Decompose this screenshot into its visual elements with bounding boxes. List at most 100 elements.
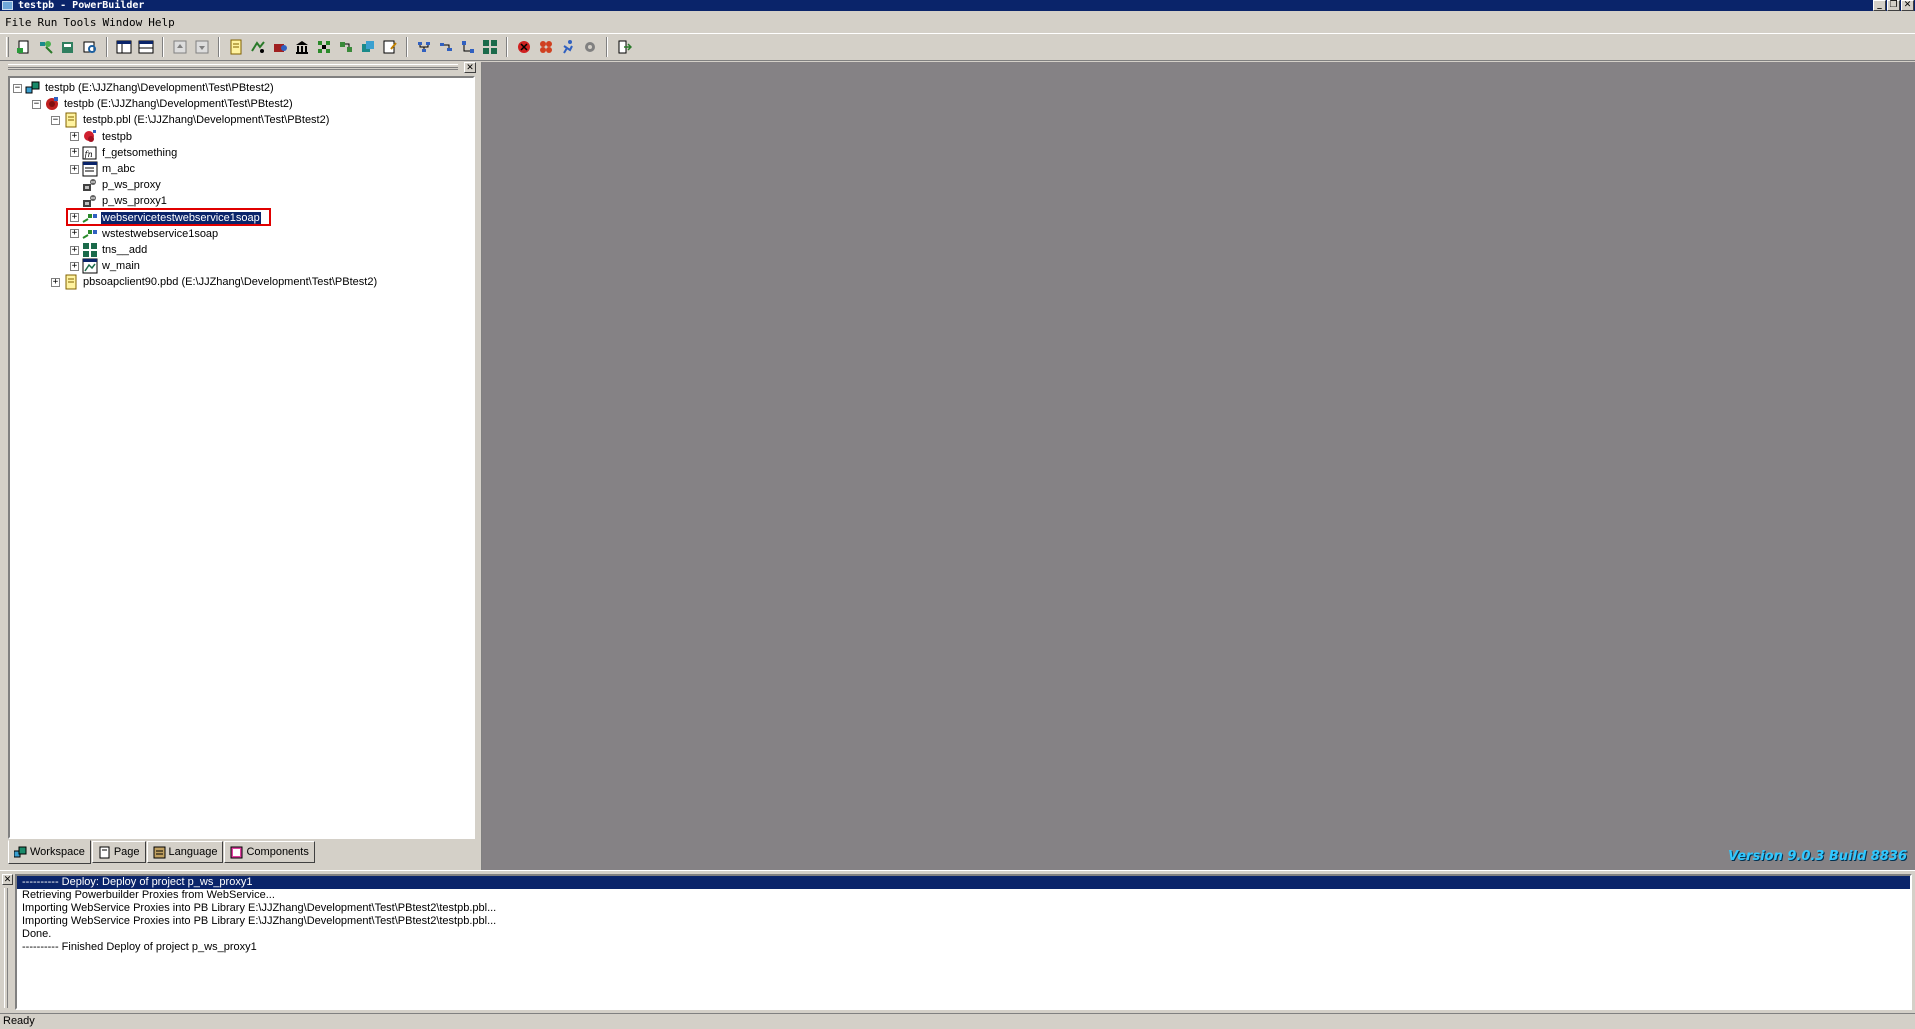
- tree-item[interactable]: + pbsoapclient90.pbd (E:\JJZhang\Developm…: [51, 274, 378, 290]
- tree-item[interactable]: + testpb: [70, 129, 133, 145]
- output-line[interactable]: ---------- Finished Deploy of project p_…: [17, 941, 1910, 954]
- toolbar-button-window-layout[interactable]: [113, 36, 135, 58]
- expand-icon[interactable]: +: [70, 132, 79, 142]
- toolbar-button-preview[interactable]: [79, 36, 101, 58]
- toolbar-button-exit[interactable]: [613, 36, 635, 58]
- library-icon: [228, 39, 244, 55]
- toolbar-button-edit[interactable]: [379, 36, 401, 58]
- toolbar-button-gear[interactable]: [579, 36, 601, 58]
- tab-workspace[interactable]: Workspace: [8, 840, 91, 864]
- tab-components[interactable]: Components: [224, 841, 315, 863]
- db-icon: [294, 39, 310, 55]
- toolbar-button-component[interactable]: [313, 36, 335, 58]
- toolbar-button-open[interactable]: [57, 36, 79, 58]
- run-icon: [272, 39, 288, 55]
- expand-icon[interactable]: +: [51, 277, 60, 287]
- panel-grip-line: [8, 67, 458, 68]
- expand-icon[interactable]: +: [70, 148, 79, 158]
- tree-item[interactable]: + m_abc: [70, 161, 136, 177]
- toolbar-button-library[interactable]: [225, 36, 247, 58]
- toolbar-button-stop[interactable]: [513, 36, 535, 58]
- mdi-client-area[interactable]: Version 9.0.3 Build 8836: [482, 62, 1915, 870]
- tree-item[interactable]: + webservicetestwebservice1soap: [70, 210, 261, 226]
- toolbar-button-multi-run[interactable]: [535, 36, 557, 58]
- minimize-button[interactable]: _: [1873, 0, 1886, 11]
- menu-run[interactable]: Run: [37, 16, 63, 29]
- toolbar-button-inherit[interactable]: [35, 36, 57, 58]
- tab-label: Workspace: [30, 846, 85, 858]
- expand-icon[interactable]: +: [70, 229, 79, 239]
- expand-icon[interactable]: +: [70, 213, 79, 223]
- expand-icon[interactable]: +: [70, 261, 79, 271]
- menu-tools[interactable]: Tools: [62, 16, 101, 29]
- status-bar: Ready: [0, 1013, 1915, 1029]
- toolbar-button-db[interactable]: [291, 36, 313, 58]
- toolbar-button-view-layout[interactable]: [135, 36, 157, 58]
- output-line[interactable]: Importing WebService Proxies into PB Lib…: [17, 902, 1910, 915]
- menu-file[interactable]: File: [4, 16, 37, 29]
- tree-item[interactable]: − testpb (E:\JJZhang\Development\Test\PBt…: [32, 96, 294, 112]
- tab-label: Components: [246, 846, 309, 858]
- toolbar-button-deploy[interactable]: [357, 36, 379, 58]
- window-painter-icon: [438, 39, 454, 55]
- runner-icon: [560, 39, 576, 55]
- tab-page[interactable]: Page: [91, 841, 146, 863]
- toolbar-button-step[interactable]: [169, 36, 191, 58]
- collapse-icon[interactable]: −: [32, 99, 41, 109]
- build-icon: [338, 39, 354, 55]
- title-bar[interactable]: testpb - PowerBuilder _ ❐ ✕: [0, 0, 1915, 11]
- tree-item[interactable]: p_ws_proxy1: [70, 193, 168, 209]
- expand-icon[interactable]: +: [70, 245, 79, 255]
- output-line[interactable]: ---------- Deploy: Deploy of project p_w…: [17, 876, 1910, 889]
- toolbar-button-object-browser[interactable]: [413, 36, 435, 58]
- tree-item[interactable]: + tns__add: [70, 242, 148, 258]
- tree-item[interactable]: + fn f_getsomething: [70, 145, 178, 161]
- menu-window[interactable]: Window: [102, 16, 148, 29]
- tree-item[interactable]: + w_main: [70, 258, 141, 274]
- collapse-icon[interactable]: −: [51, 115, 60, 125]
- workspace-close-button[interactable]: ✕: [464, 62, 476, 73]
- tree-item[interactable]: + wstestwebservice1soap: [70, 226, 219, 242]
- tree-item-label: p_ws_proxy: [102, 179, 161, 192]
- workspace-tabs: Workspace Page Language Components: [8, 840, 316, 865]
- tab-label: Language: [168, 846, 218, 858]
- tree-item[interactable]: − testpb (E:\JJZhang\Development\Test\PBt…: [13, 80, 275, 96]
- close-button[interactable]: ✕: [1901, 0, 1914, 11]
- toolbar-grip[interactable]: [6, 37, 9, 57]
- tree-item[interactable]: p_ws_proxy: [70, 177, 162, 193]
- toolbar-button-runner[interactable]: [557, 36, 579, 58]
- workspace-panel-header: ✕: [8, 62, 476, 74]
- toolbar-button-user-object[interactable]: [457, 36, 479, 58]
- output-line[interactable]: Done.: [17, 928, 1910, 941]
- window-layout-icon: [116, 39, 132, 55]
- toolbar-button-window-painter[interactable]: [435, 36, 457, 58]
- expand-icon[interactable]: +: [70, 164, 79, 174]
- window-icon: [82, 258, 98, 274]
- tree-item[interactable]: − testpb.pbl (E:\JJZhang\Development\Test…: [51, 112, 330, 128]
- toolbar-button-structure[interactable]: [479, 36, 501, 58]
- tab-language[interactable]: Language: [146, 841, 224, 863]
- output-pane[interactable]: ---------- Deploy: Deploy of project p_w…: [15, 874, 1912, 1010]
- menu-help[interactable]: Help: [147, 16, 180, 29]
- workspace-tree[interactable]: − testpb (E:\JJZhang\Development\Test\PBt…: [8, 76, 475, 839]
- toolbar-separator: [406, 37, 408, 57]
- toolbar-button-run[interactable]: [269, 36, 291, 58]
- proxy-object-icon: [82, 210, 98, 226]
- menu-icon: [82, 161, 98, 177]
- toolbar-button-debug[interactable]: [247, 36, 269, 58]
- toolbar-button-build[interactable]: [335, 36, 357, 58]
- output-close-button[interactable]: ✕: [2, 874, 13, 885]
- edit-icon: [382, 39, 398, 55]
- output-line[interactable]: Importing WebService Proxies into PB Lib…: [17, 915, 1910, 928]
- collapse-icon[interactable]: −: [13, 83, 22, 93]
- output-line[interactable]: Retrieving Powerbuilder Proxies from Web…: [17, 889, 1910, 902]
- structure-icon: [482, 39, 498, 55]
- restore-button[interactable]: ❐: [1887, 0, 1900, 11]
- new-icon: [16, 39, 32, 55]
- deploy-icon: [360, 39, 376, 55]
- window-title: testpb - PowerBuilder: [18, 0, 145, 11]
- output-grip[interactable]: [4, 888, 8, 1008]
- workspace-icon: [25, 80, 41, 96]
- toolbar-button-step-out[interactable]: [191, 36, 213, 58]
- toolbar-button-new[interactable]: [13, 36, 35, 58]
